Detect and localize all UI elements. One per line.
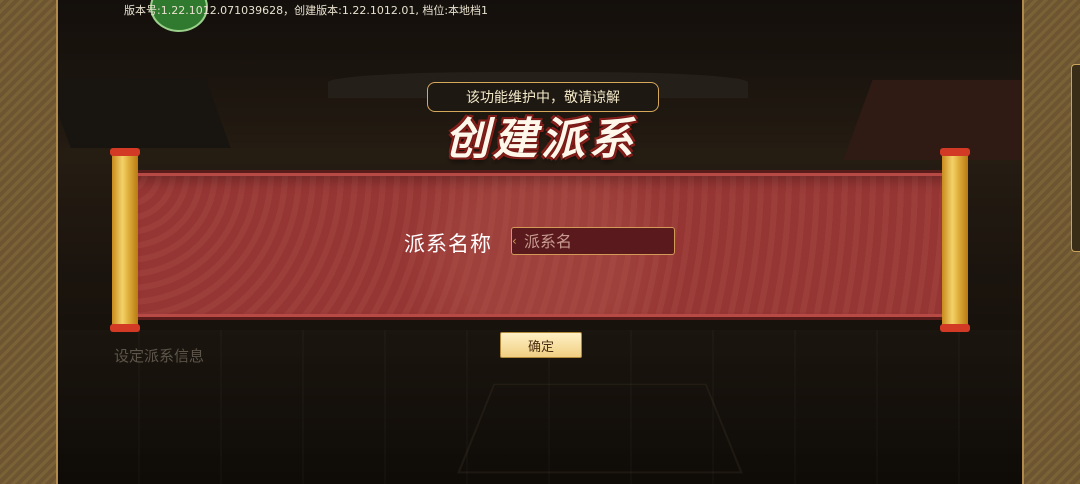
input-left-ornament-icon: ‹ [512,234,517,248]
confirm-button[interactable]: 确定 [500,332,582,358]
scroll-roller-right [940,148,970,332]
set-faction-info-label: 设定派系信息 [114,347,205,365]
version-info: 版本号:1.22.1012.071039628，创建版本:1.22.1012.0… [124,4,489,17]
maintenance-notice: 该功能维护中，敬请谅解 [427,82,659,112]
faction-name-input[interactable] [511,227,675,255]
left-frame-panel [0,0,58,484]
scroll-roller-left [110,148,140,332]
right-frame-panel [1022,0,1080,484]
side-drawer-handle[interactable] [1071,64,1080,252]
page-title: 创建派系 [445,114,637,165]
faction-name-label: 派系名称 [404,232,492,256]
